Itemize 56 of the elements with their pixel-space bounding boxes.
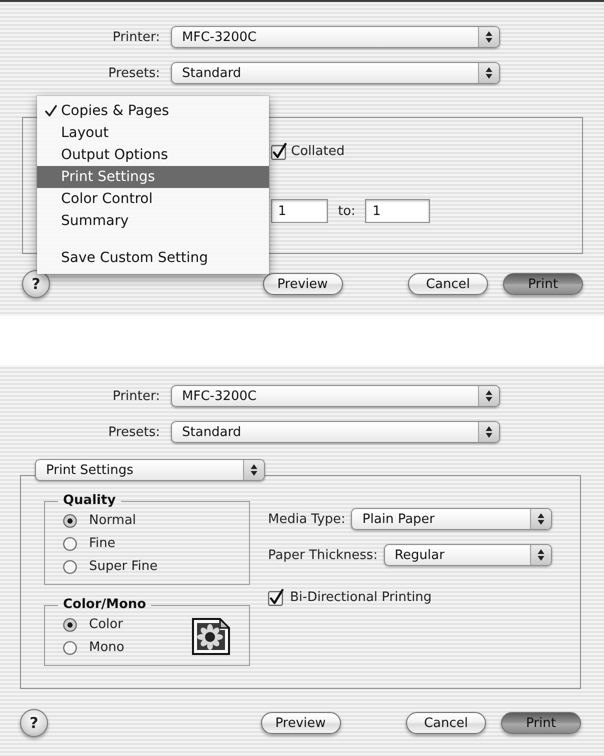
up-down-arrows-icon	[478, 27, 499, 47]
help-button[interactable]: ?	[20, 709, 48, 737]
up-down-arrows-icon	[478, 386, 499, 406]
up-down-arrows-icon	[530, 545, 551, 565]
radio-button[interactable]	[63, 514, 77, 528]
menu-item[interactable]: Summary	[37, 210, 269, 232]
checkbox[interactable]	[271, 143, 287, 160]
push-button[interactable]: Print	[503, 273, 583, 295]
radio-label: Color	[89, 617, 123, 632]
popup-menu-button[interactable]: Standard	[171, 421, 500, 443]
push-button[interactable]: Cancel	[406, 712, 486, 734]
checkbox[interactable]	[268, 589, 284, 606]
popup-menu-button[interactable]: Standard	[171, 62, 500, 84]
menu-item[interactable]: Layout	[37, 122, 269, 144]
menu-item[interactable]: Copies & Pages	[37, 100, 269, 122]
up-down-arrows-icon	[530, 509, 551, 529]
field-label: Presets:	[107, 424, 160, 440]
popup-menu-button[interactable]: MFC-3200C	[171, 385, 500, 407]
flower-image-icon	[192, 618, 230, 654]
menu-item[interactable]: Print Settings	[37, 166, 269, 188]
field-label: Presets:	[107, 66, 160, 80]
up-down-arrows-icon	[243, 460, 264, 480]
radio-label: Super Fine	[89, 559, 158, 574]
menu-item[interactable]: Save Custom Setting	[37, 247, 269, 269]
field-label: to:	[338, 204, 356, 218]
radio-button[interactable]	[63, 618, 77, 632]
radio-button[interactable]	[63, 640, 77, 654]
radio-button[interactable]	[63, 560, 77, 574]
push-button[interactable]: Preview	[262, 273, 342, 295]
radio-label: Mono	[89, 640, 124, 655]
push-button[interactable]: Preview	[260, 712, 340, 734]
radio-label: Fine	[89, 536, 116, 551]
field-label: Printer:	[112, 388, 160, 404]
up-down-arrows-icon	[478, 422, 499, 442]
group-title: Quality	[62, 493, 117, 509]
popup-menu-button[interactable]: Plain Paper	[351, 508, 552, 530]
checkmark-icon	[45, 105, 57, 117]
field-label: Printer:	[112, 30, 160, 44]
help-button[interactable]: ?	[22, 270, 50, 298]
popup-menu-button[interactable]: MFC-3200C	[171, 26, 500, 48]
push-button[interactable]: Print	[501, 712, 581, 734]
checkbox-label: Bi-Directional Printing	[290, 590, 432, 605]
group-title: Color/Mono	[62, 597, 148, 613]
checkbox-label: Collated	[291, 144, 345, 159]
field-label: Media Type:	[268, 512, 346, 526]
menu-item[interactable]: Color Control	[37, 188, 269, 210]
text-field[interactable]: 1	[271, 199, 328, 223]
menu-item[interactable]: Output Options	[37, 144, 269, 166]
radio-label: Normal	[89, 513, 136, 528]
popup-menu-button[interactable]: Regular	[384, 544, 552, 566]
text-field[interactable]: 1	[365, 199, 430, 223]
push-button[interactable]: Cancel	[408, 273, 488, 295]
field-label: Paper Thickness:	[268, 548, 378, 562]
up-down-arrows-icon	[478, 63, 499, 83]
radio-button[interactable]	[63, 536, 77, 550]
popup-menu-button[interactable]: Print Settings	[35, 459, 265, 481]
